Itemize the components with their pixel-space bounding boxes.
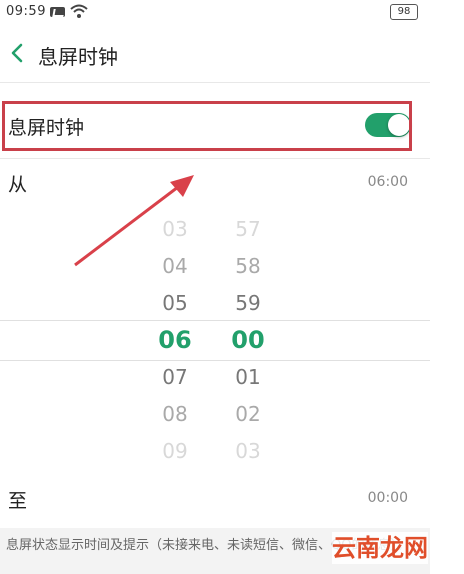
minute-option[interactable]: 58: [218, 254, 278, 278]
header: 息屏时钟: [0, 26, 464, 82]
hour-option[interactable]: 08: [145, 402, 205, 426]
to-row[interactable]: 至 00:00: [0, 484, 420, 516]
hour-option[interactable]: 05: [145, 291, 205, 315]
from-value: 06:00: [367, 174, 408, 190]
time-picker[interactable]: 03 04 05 06 07 08 09 57 58 59 00 01 02 03: [0, 200, 430, 463]
wifi-icon: [70, 4, 88, 18]
from-label: 从: [8, 174, 28, 196]
picker-selection-top-line: [0, 320, 430, 321]
page-title: 息屏时钟: [38, 45, 118, 69]
row-divider: [0, 158, 430, 159]
minute-option[interactable]: 57: [218, 217, 278, 241]
highlight-box: [2, 101, 412, 151]
to-value: 00:00: [367, 490, 408, 506]
right-margin: [430, 26, 464, 574]
hour-option[interactable]: 06: [145, 326, 205, 354]
minute-option[interactable]: 59: [218, 291, 278, 315]
picker-selection-bottom-line: [0, 360, 430, 361]
minute-option[interactable]: 02: [218, 402, 278, 426]
from-row[interactable]: 从 06:00: [0, 168, 420, 200]
annotation-arrow-icon: [74, 175, 194, 267]
minute-option[interactable]: 01: [218, 365, 278, 389]
hour-option[interactable]: 07: [145, 365, 205, 389]
minute-option[interactable]: 03: [218, 439, 278, 463]
header-divider: [0, 82, 430, 83]
message-icon: [50, 7, 65, 17]
status-time: 09:59: [6, 4, 46, 19]
to-label: 至: [8, 490, 28, 512]
minute-option[interactable]: 00: [218, 326, 278, 354]
hour-option[interactable]: 09: [145, 439, 205, 463]
status-bar: 09:59 98: [0, 0, 464, 26]
battery-icon: 98: [390, 4, 418, 20]
watermark-logo: 云南龙网: [332, 532, 428, 564]
back-arrow-icon[interactable]: [8, 42, 26, 64]
